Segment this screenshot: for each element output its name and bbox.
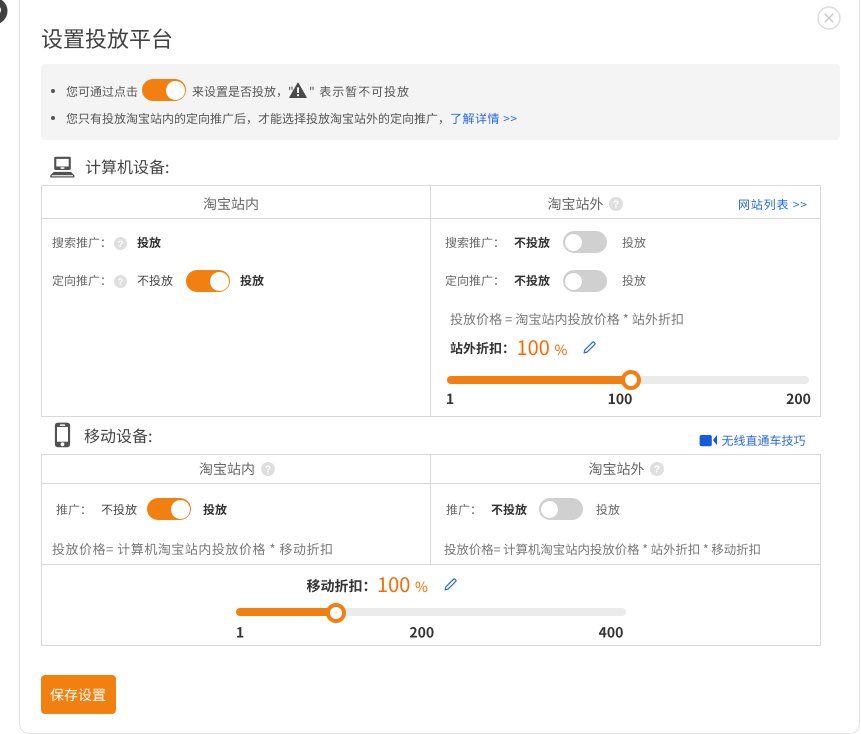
- svg-text:?: ?: [264, 465, 270, 476]
- svg-text:?: ?: [613, 200, 619, 211]
- svg-text:?: ?: [118, 239, 124, 250]
- svg-text:?: ?: [654, 465, 660, 476]
- svg-text:?: ?: [118, 277, 124, 288]
